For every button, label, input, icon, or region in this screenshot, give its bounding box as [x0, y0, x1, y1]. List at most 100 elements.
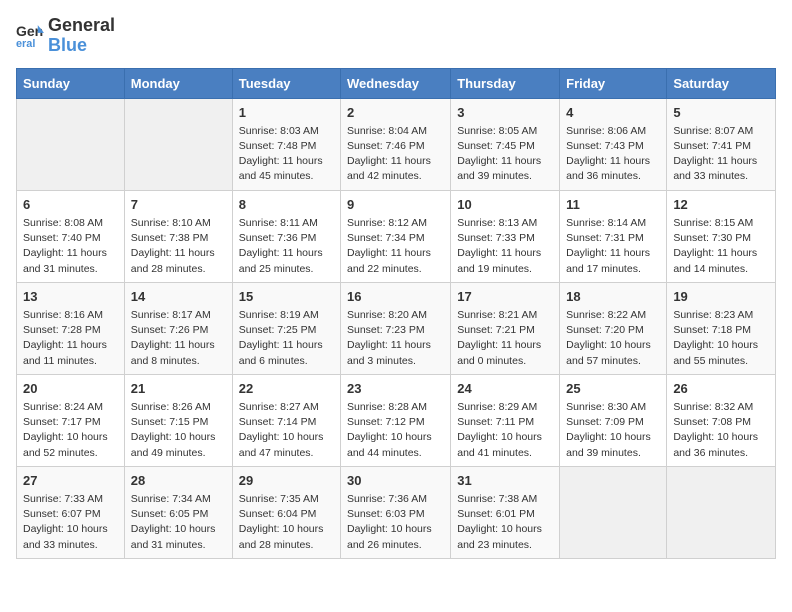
weekday-header: Wednesday: [341, 68, 451, 98]
day-info: Sunrise: 8:21 AMSunset: 7:21 PMDaylight:…: [457, 308, 553, 369]
day-info: Sunrise: 8:32 AMSunset: 7:08 PMDaylight:…: [673, 400, 769, 461]
day-info: Sunrise: 8:30 AMSunset: 7:09 PMDaylight:…: [566, 400, 660, 461]
day-number: 27: [23, 472, 118, 490]
day-info: Sunrise: 8:17 AMSunset: 7:26 PMDaylight:…: [131, 308, 226, 369]
day-number: 2: [347, 104, 444, 122]
day-number: 25: [566, 380, 660, 398]
calendar-cell: 24Sunrise: 8:29 AMSunset: 7:11 PMDayligh…: [451, 374, 560, 466]
header: Gen eral General Blue: [16, 16, 776, 56]
calendar-cell: 22 Sunrise: 8:27 AMSunset: 7:14 PMDayligh…: [232, 374, 340, 466]
day-number: 30: [347, 472, 444, 490]
calendar-cell: 23Sunrise: 8:28 AMSunset: 7:12 PMDayligh…: [341, 374, 451, 466]
calendar-cell: 1Sunrise: 8:03 AMSunset: 7:48 PMDaylight…: [232, 98, 340, 190]
calendar-cell: 6 Sunrise: 8:08 AMSunset: 7:40 PMDaylight…: [17, 190, 125, 282]
day-number: 13: [23, 288, 118, 306]
calendar-cell: [17, 98, 125, 190]
day-number: 26: [673, 380, 769, 398]
day-info: Sunrise: 8:15 AMSunset: 7:30 PMDaylight:…: [673, 216, 769, 277]
day-number: 6: [23, 196, 118, 214]
day-info: Sunrise: 8:05 AMSunset: 7:45 PMDaylight:…: [457, 124, 553, 185]
day-number: 3: [457, 104, 553, 122]
calendar-cell: 20Sunrise: 8:24 AMSunset: 7:17 PMDayligh…: [17, 374, 125, 466]
day-number: 28: [131, 472, 226, 490]
weekday-header: Sunday: [17, 68, 125, 98]
day-info: Sunrise: 7:34 AMSunset: 6:05 PMDaylight:…: [131, 492, 226, 553]
day-number: 11: [566, 196, 660, 214]
day-number: 14: [131, 288, 226, 306]
weekday-header: Saturday: [667, 68, 776, 98]
weekday-header: Friday: [560, 68, 667, 98]
calendar-week-row: 27 Sunrise: 7:33 AMSunset: 6:07 PMDayligh…: [17, 466, 776, 558]
calendar-cell: [667, 466, 776, 558]
day-info: Sunrise: 8:08 AMSunset: 7:40 PMDaylight:…: [23, 216, 118, 277]
logo-line2: Blue: [48, 36, 115, 56]
calendar-cell: 18 Sunrise: 8:22 AMSunset: 7:20 PMDayligh…: [560, 282, 667, 374]
calendar-cell: 9Sunrise: 8:12 AMSunset: 7:34 PMDaylight…: [341, 190, 451, 282]
day-info: Sunrise: 7:35 AMSunset: 6:04 PMDaylight:…: [239, 492, 334, 553]
calendar-cell: 19 Sunrise: 8:23 AMSunset: 7:18 PMDayligh…: [667, 282, 776, 374]
day-number: 22: [239, 380, 334, 398]
day-number: 17: [457, 288, 553, 306]
calendar-table: SundayMondayTuesdayWednesdayThursdayFrid…: [16, 68, 776, 559]
calendar-cell: 5 Sunrise: 8:07 AMSunset: 7:41 PMDaylight…: [667, 98, 776, 190]
day-number: 16: [347, 288, 444, 306]
day-number: 19: [673, 288, 769, 306]
calendar-cell: 29 Sunrise: 7:35 AMSunset: 6:04 PMDayligh…: [232, 466, 340, 558]
calendar-cell: 3 Sunrise: 8:05 AMSunset: 7:45 PMDaylight…: [451, 98, 560, 190]
day-number: 8: [239, 196, 334, 214]
day-info: Sunrise: 7:36 AMSunset: 6:03 PMDaylight:…: [347, 492, 444, 553]
weekday-header: Thursday: [451, 68, 560, 98]
day-info: Sunrise: 8:04 AMSunset: 7:46 PMDaylight:…: [347, 124, 444, 185]
day-number: 18: [566, 288, 660, 306]
logo: Gen eral General Blue: [16, 16, 115, 56]
calendar-cell: 31 Sunrise: 7:38 AMSunset: 6:01 PMDayligh…: [451, 466, 560, 558]
day-number: 10: [457, 196, 553, 214]
calendar-cell: 26 Sunrise: 8:32 AMSunset: 7:08 PMDayligh…: [667, 374, 776, 466]
svg-text:eral: eral: [16, 38, 35, 50]
day-number: 31: [457, 472, 553, 490]
day-number: 5: [673, 104, 769, 122]
day-info: Sunrise: 8:07 AMSunset: 7:41 PMDaylight:…: [673, 124, 769, 185]
calendar-cell: 13Sunrise: 8:16 AMSunset: 7:28 PMDayligh…: [17, 282, 125, 374]
calendar-week-row: 13Sunrise: 8:16 AMSunset: 7:28 PMDayligh…: [17, 282, 776, 374]
calendar-week-row: 20Sunrise: 8:24 AMSunset: 7:17 PMDayligh…: [17, 374, 776, 466]
day-number: 29: [239, 472, 334, 490]
day-info: Sunrise: 8:24 AMSunset: 7:17 PMDaylight:…: [23, 400, 118, 461]
day-number: 21: [131, 380, 226, 398]
day-number: 4: [566, 104, 660, 122]
calendar-cell: 27 Sunrise: 7:33 AMSunset: 6:07 PMDayligh…: [17, 466, 125, 558]
day-info: Sunrise: 8:22 AMSunset: 7:20 PMDaylight:…: [566, 308, 660, 369]
weekday-header: Tuesday: [232, 68, 340, 98]
calendar-cell: 7 Sunrise: 8:10 AMSunset: 7:38 PMDaylight…: [124, 190, 232, 282]
day-number: 23: [347, 380, 444, 398]
calendar-cell: 30 Sunrise: 7:36 AMSunset: 6:03 PMDayligh…: [341, 466, 451, 558]
day-info: Sunrise: 8:20 AMSunset: 7:23 PMDaylight:…: [347, 308, 444, 369]
day-info: Sunrise: 8:19 AMSunset: 7:25 PMDaylight:…: [239, 308, 334, 369]
calendar-cell: 28 Sunrise: 7:34 AMSunset: 6:05 PMDayligh…: [124, 466, 232, 558]
day-info: Sunrise: 7:38 AMSunset: 6:01 PMDaylight:…: [457, 492, 553, 553]
day-info: Sunrise: 8:13 AMSunset: 7:33 PMDaylight:…: [457, 216, 553, 277]
day-info: Sunrise: 8:10 AMSunset: 7:38 PMDaylight:…: [131, 216, 226, 277]
day-number: 7: [131, 196, 226, 214]
day-info: Sunrise: 8:06 AMSunset: 7:43 PMDaylight:…: [566, 124, 660, 185]
calendar-cell: 21Sunrise: 8:26 AMSunset: 7:15 PMDayligh…: [124, 374, 232, 466]
day-number: 15: [239, 288, 334, 306]
weekday-header: Monday: [124, 68, 232, 98]
logo-icon: Gen eral: [16, 22, 44, 50]
calendar-cell: [560, 466, 667, 558]
calendar-cell: [124, 98, 232, 190]
calendar-cell: 2 Sunrise: 8:04 AMSunset: 7:46 PMDaylight…: [341, 98, 451, 190]
calendar-cell: 17 Sunrise: 8:21 AMSunset: 7:21 PMDayligh…: [451, 282, 560, 374]
day-info: Sunrise: 8:11 AMSunset: 7:36 PMDaylight:…: [239, 216, 334, 277]
day-info: Sunrise: 8:14 AMSunset: 7:31 PMDaylight:…: [566, 216, 660, 277]
day-number: 12: [673, 196, 769, 214]
calendar-cell: 10 Sunrise: 8:13 AMSunset: 7:33 PMDayligh…: [451, 190, 560, 282]
calendar-cell: 4 Sunrise: 8:06 AMSunset: 7:43 PMDaylight…: [560, 98, 667, 190]
day-info: Sunrise: 8:23 AMSunset: 7:18 PMDaylight:…: [673, 308, 769, 369]
calendar-cell: 12 Sunrise: 8:15 AMSunset: 7:30 PMDayligh…: [667, 190, 776, 282]
day-info: Sunrise: 8:27 AMSunset: 7:14 PMDaylight:…: [239, 400, 334, 461]
calendar-week-row: 6 Sunrise: 8:08 AMSunset: 7:40 PMDaylight…: [17, 190, 776, 282]
day-number: 9: [347, 196, 444, 214]
day-info: Sunrise: 8:03 AMSunset: 7:48 PMDaylight:…: [239, 124, 334, 185]
day-info: Sunrise: 7:33 AMSunset: 6:07 PMDaylight:…: [23, 492, 118, 553]
